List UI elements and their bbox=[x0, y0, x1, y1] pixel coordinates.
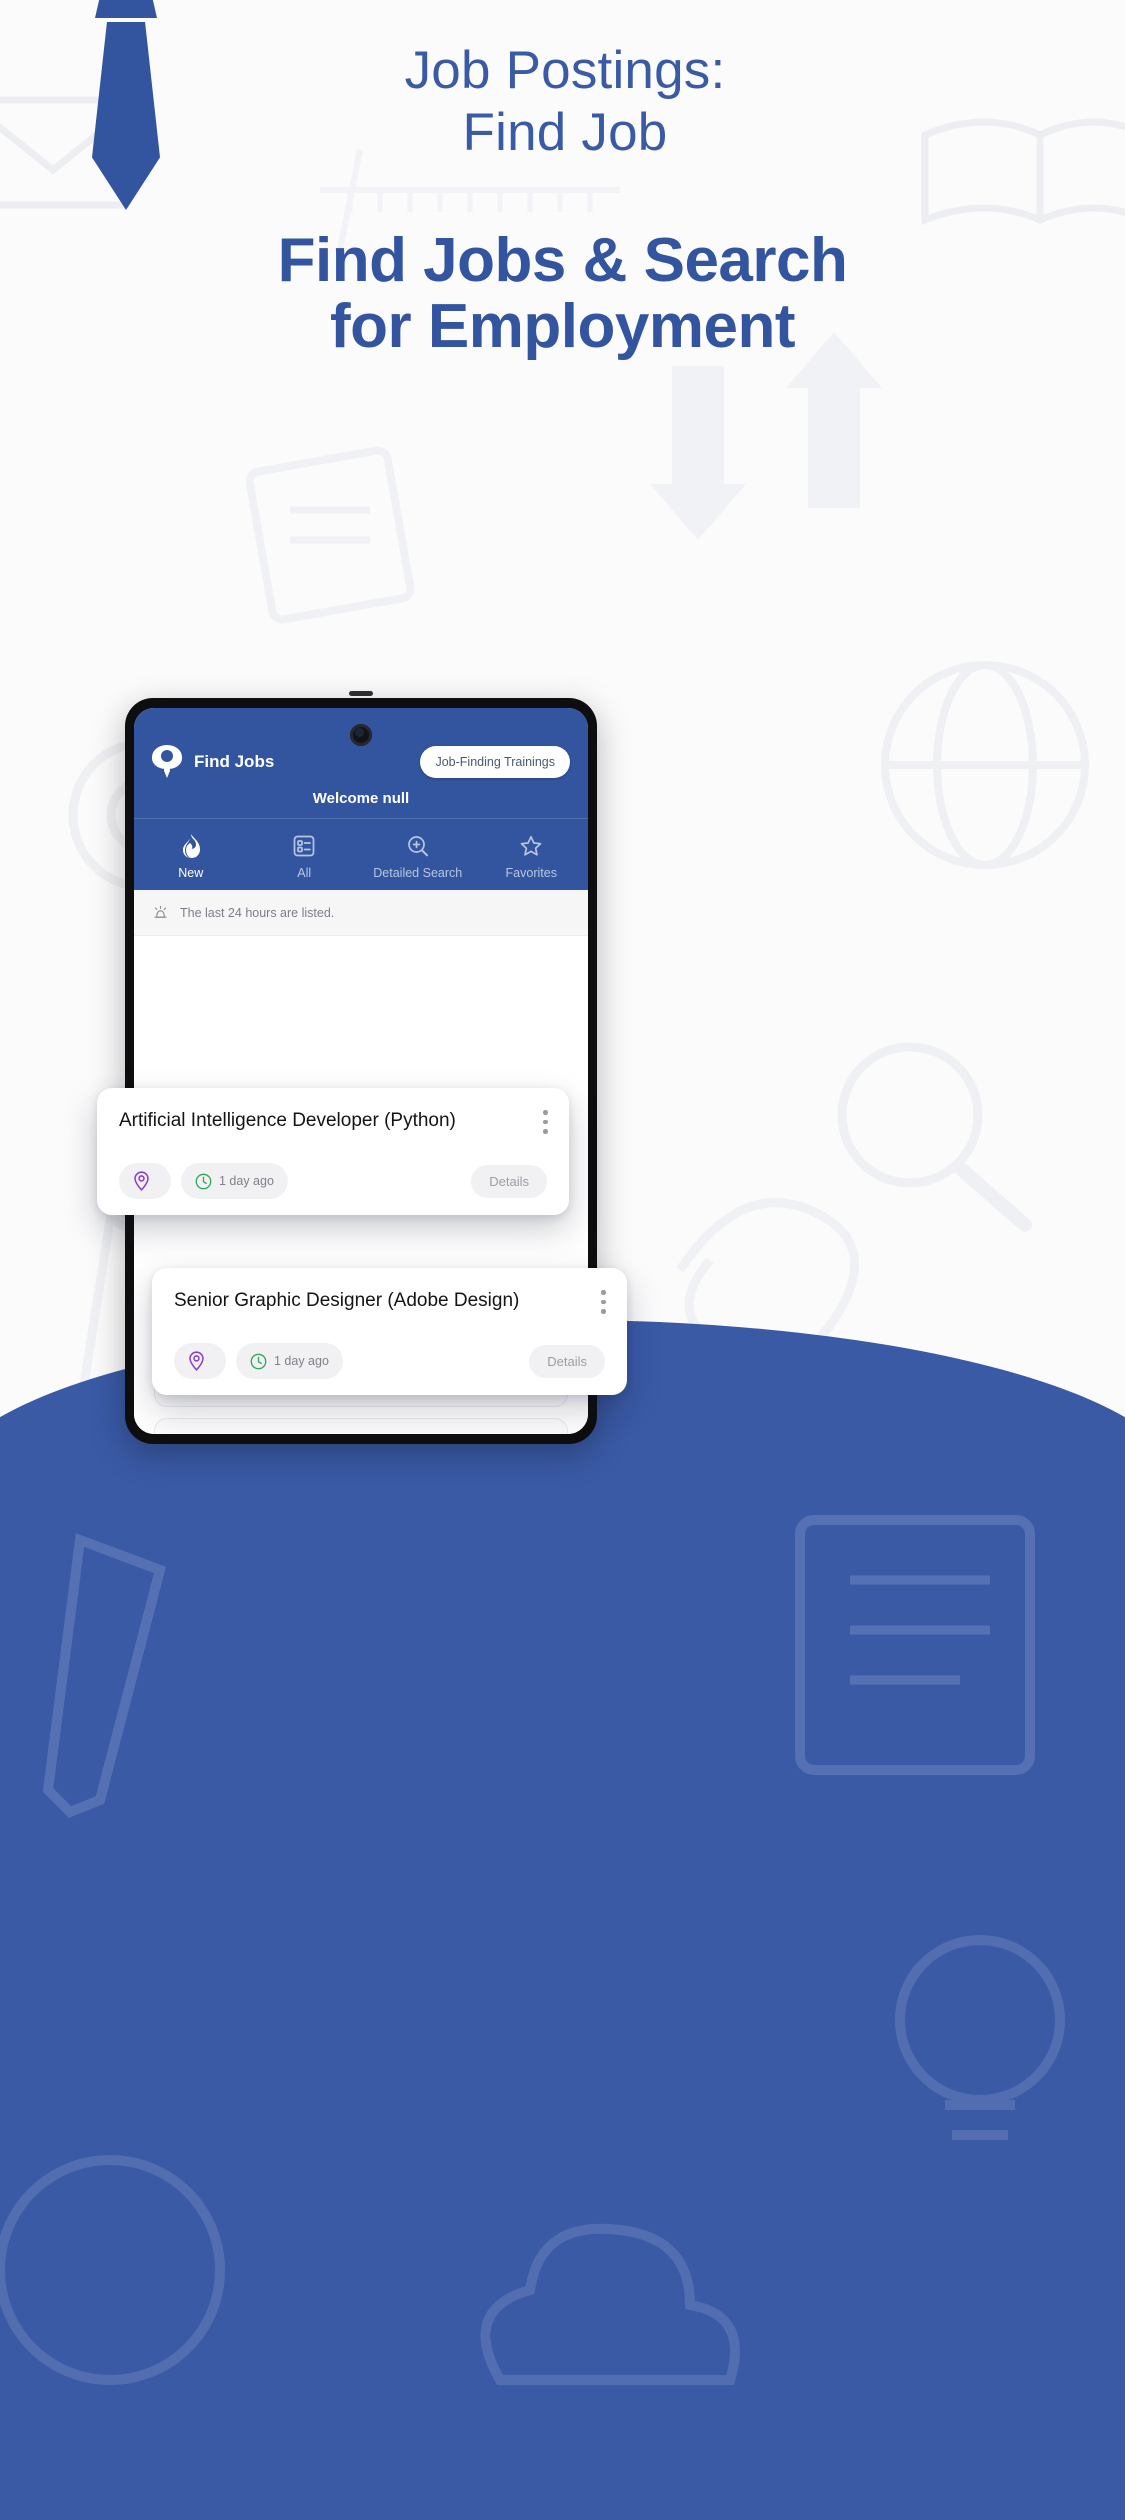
alarm-icon bbox=[152, 904, 169, 921]
arrow-up-decoration bbox=[786, 332, 882, 508]
details-button[interactable]: Details bbox=[471, 1164, 547, 1198]
tab-detailed-search[interactable]: Detailed Search bbox=[361, 831, 475, 880]
kebab-menu-icon[interactable] bbox=[543, 1110, 548, 1139]
doodle-document-icon bbox=[245, 446, 415, 624]
phone-speaker bbox=[349, 691, 373, 696]
promo-headline: Find Jobs & Search for Employment bbox=[60, 228, 1065, 360]
tab-detailed-search-label: Detailed Search bbox=[373, 866, 463, 880]
arrow-down-decoration bbox=[650, 366, 746, 540]
map-pin-icon bbox=[189, 1351, 204, 1371]
job-card-featured[interactable]: Senior Graphic Designer (Adobe Design) 1… bbox=[152, 1268, 627, 1395]
promo-subtitle-line2: Find Job bbox=[462, 103, 668, 162]
clock-icon bbox=[195, 1173, 212, 1189]
job-title: Artificial Intelligence Developer (Pytho… bbox=[119, 1110, 456, 1131]
welcome-text: Welcome null bbox=[312, 790, 410, 807]
necktie-logo-icon bbox=[92, 0, 160, 210]
notice-text: The last 24 hours are listed. bbox=[180, 905, 335, 920]
phone-camera bbox=[350, 724, 372, 746]
tab-new-label: New bbox=[178, 866, 204, 880]
doodle-bulb-blue-icon bbox=[895, 1935, 1065, 2140]
job-card-footer: 1 day ago Details bbox=[119, 1163, 547, 1199]
flame-icon bbox=[134, 831, 248, 861]
tab-all[interactable]: All bbox=[248, 831, 362, 880]
kebab-menu-icon[interactable] bbox=[601, 1290, 606, 1319]
clock-icon bbox=[250, 1353, 267, 1369]
list-grid-icon bbox=[248, 831, 362, 861]
doodle-globe-icon bbox=[881, 661, 1089, 869]
job-card-featured[interactable]: Artificial Intelligence Developer (Pytho… bbox=[97, 1088, 569, 1215]
details-button[interactable]: Details bbox=[529, 1344, 605, 1378]
job-time-text: 1 day ago bbox=[274, 1354, 329, 1368]
job-time-chip: 1 day ago bbox=[181, 1163, 288, 1199]
doodle-cloud-blue-icon bbox=[480, 2223, 740, 2385]
job-finding-trainings-button[interactable]: Job-Finding Trainings bbox=[420, 746, 570, 778]
job-location-chip bbox=[174, 1343, 226, 1379]
tab-new[interactable]: New bbox=[134, 831, 248, 880]
notice-bar: The last 24 hours are listed. bbox=[134, 890, 588, 936]
tab-all-label: All bbox=[297, 866, 312, 880]
app-title: Find Jobs bbox=[194, 752, 275, 771]
job-card[interactable]: Electrical and Electronics Engineer bbox=[154, 1418, 568, 1434]
doodle-notebook-blue-icon bbox=[795, 1515, 1035, 1775]
doodle-circle-blue-icon bbox=[0, 2155, 225, 2385]
promo-headline-line2: for Employment bbox=[330, 292, 795, 361]
job-location-chip bbox=[119, 1163, 171, 1199]
promo-headline-line1: Find Jobs & Search bbox=[277, 226, 848, 295]
person-tie-icon bbox=[152, 745, 182, 779]
search-plus-icon bbox=[361, 831, 475, 861]
map-pin-icon bbox=[134, 1171, 149, 1191]
promo-subtitle-line1: Job Postings: bbox=[404, 41, 726, 100]
star-icon bbox=[475, 831, 589, 861]
tab-bar: New All Detailed Search Favorites bbox=[134, 818, 588, 890]
tab-favorites-label: Favorites bbox=[505, 866, 557, 880]
promo-subtitle: Job Postings: Find Job bbox=[185, 40, 945, 164]
job-title: Senior Graphic Designer (Adobe Design) bbox=[174, 1290, 520, 1311]
job-time-text: 1 day ago bbox=[219, 1174, 274, 1188]
doodle-pencil-blue-icon bbox=[42, 1533, 166, 1818]
job-card-footer: 1 day ago Details bbox=[174, 1343, 605, 1379]
job-time-chip: 1 day ago bbox=[236, 1343, 343, 1379]
tab-favorites[interactable]: Favorites bbox=[475, 831, 589, 880]
